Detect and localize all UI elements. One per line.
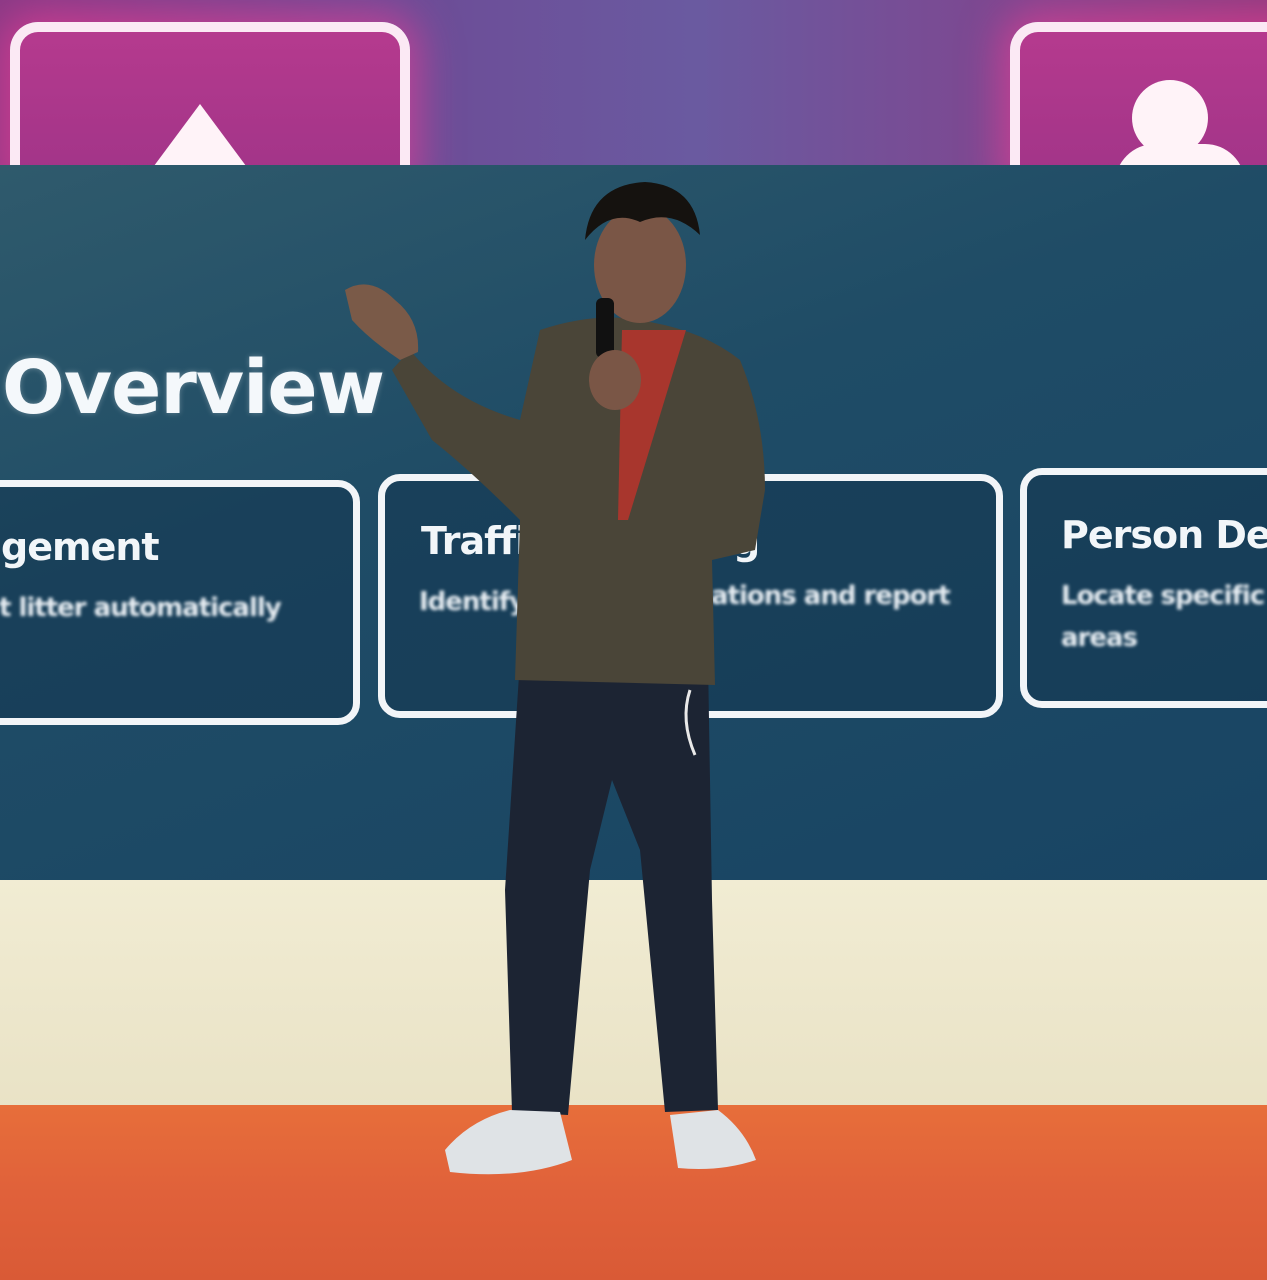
triangle-icon: [148, 104, 252, 174]
feature-card-waste: gement t litter automatically: [0, 480, 360, 725]
feature-card-person: Person Dete Locate specific areas: [1020, 468, 1267, 708]
card-title: Traffic: [421, 519, 550, 563]
top-right-card: [1010, 22, 1267, 184]
card-description: t litter automatically: [0, 593, 282, 623]
slide-title: Overview: [2, 345, 385, 431]
card-description-line-2: areas: [1061, 623, 1138, 653]
stage-wall: [0, 880, 1267, 1140]
card-title: Person Dete: [1061, 513, 1267, 557]
card-description: Locate specific areas: [1061, 575, 1265, 659]
top-screen-band: [0, 0, 1267, 184]
stage-floor: [0, 1105, 1267, 1280]
card-description: Identify: [419, 587, 526, 617]
card-description-tail: ations and report: [711, 581, 951, 611]
top-left-card: [10, 22, 410, 182]
feature-card-traffic: Traffic g Identify ations and report: [378, 474, 1003, 718]
card-description-line-1: Locate specific: [1061, 581, 1265, 611]
card-title-tail: g: [733, 519, 761, 563]
card-title: gement: [1, 525, 160, 569]
